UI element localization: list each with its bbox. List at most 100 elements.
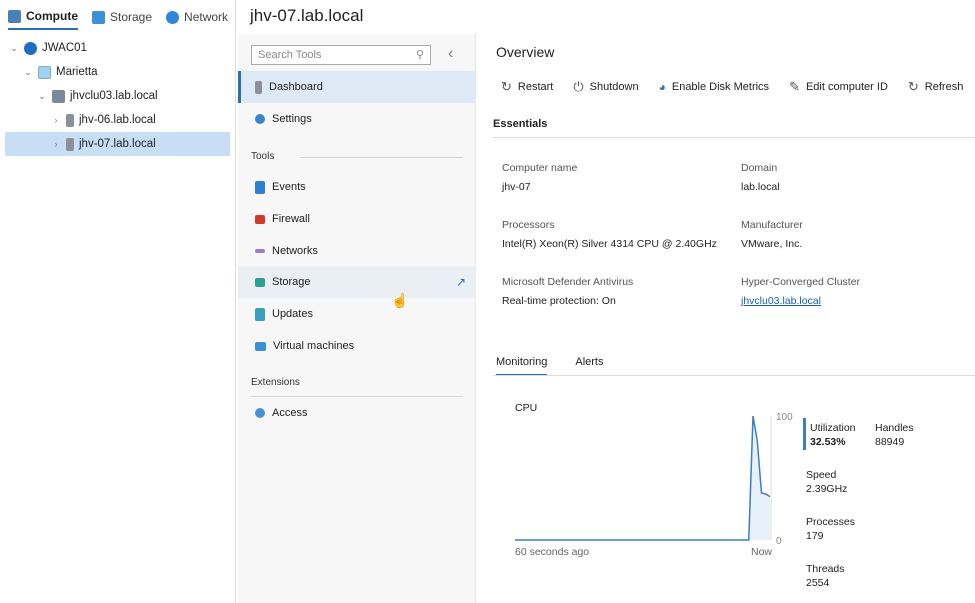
tab-alerts[interactable]: Alerts xyxy=(575,356,603,376)
tool-label: Networks xyxy=(272,245,318,257)
chevron-right-icon[interactable]: › xyxy=(51,115,61,125)
tool-settings[interactable]: Settings xyxy=(238,103,476,135)
computer-name-field: Computer name jhv-07 xyxy=(502,162,577,193)
tool-label: Access xyxy=(272,407,308,419)
dashboard-icon xyxy=(255,80,262,94)
restart-button[interactable]: ↻ Restart xyxy=(501,79,553,95)
tool-firewall[interactable]: Firewall xyxy=(238,203,476,235)
server-icon xyxy=(66,113,74,127)
extensions-heading: Extensions xyxy=(251,377,300,388)
tab-label: Compute xyxy=(26,9,78,23)
restart-icon: ↻ xyxy=(501,79,512,94)
site-icon xyxy=(38,65,51,79)
tab-storage[interactable]: Storage xyxy=(92,8,152,30)
stat-label: Utilization xyxy=(810,422,856,434)
storage-icon xyxy=(255,277,265,287)
field-label: Microsoft Defender Antivirus xyxy=(502,276,634,288)
globe-icon xyxy=(166,10,180,24)
tool-virtual-machines[interactable]: Virtual machines xyxy=(238,330,476,362)
tab-compute[interactable]: Compute xyxy=(8,8,78,30)
tab-monitoring[interactable]: Monitoring xyxy=(496,356,548,376)
edit-computer-id-button[interactable]: ✎ Edit computer ID xyxy=(789,79,888,95)
tree-node-marietta[interactable]: ⌄ Marietta xyxy=(5,60,230,84)
x-label-start: 60 seconds ago xyxy=(515,546,590,558)
updates-icon xyxy=(255,307,265,321)
node-label: JWAC01 xyxy=(42,42,87,54)
processors-field: Processors Intel(R) Xeon(R) Silver 4314 C… xyxy=(502,219,717,250)
tab-label: Network xyxy=(184,10,229,24)
field-value: Real-time protection: On xyxy=(502,295,616,307)
manufacturer-field: Manufacturer VMware, Inc. xyxy=(741,219,803,250)
cluster-link[interactable]: jhvclu03.lab.local xyxy=(741,295,860,307)
tool-networks[interactable]: Networks xyxy=(238,235,476,267)
utilization-stat: Utilization 32.53% xyxy=(810,421,856,449)
server-icon xyxy=(8,9,21,23)
server-icon xyxy=(66,137,74,151)
button-label: Shutdown xyxy=(589,81,639,93)
chevron-right-icon[interactable]: › xyxy=(51,139,61,149)
cluster-field: Hyper-Converged Cluster jhvclu03.lab.loca… xyxy=(741,276,860,307)
tool-events[interactable]: Events xyxy=(238,171,476,203)
field-label: Hyper-Converged Cluster xyxy=(741,276,861,288)
essentials-heading: Essentials xyxy=(493,118,548,130)
refresh-icon: ↻ xyxy=(907,79,919,94)
stat-value: 2.39GHz xyxy=(806,483,848,495)
y-tick-label: 100 xyxy=(776,412,793,423)
tree-node-jhv06[interactable]: › jhv-06.lab.local xyxy=(5,108,230,132)
field-label: Processors xyxy=(502,219,555,231)
vm-icon xyxy=(255,341,266,351)
defender-field: Microsoft Defender Antivirus Real-time pr… xyxy=(502,276,633,307)
node-label: jhv-06.lab.local xyxy=(79,114,156,126)
processes-stat: Processes 179 xyxy=(806,515,855,543)
chevron-down-icon[interactable]: ⌄ xyxy=(37,91,47,102)
tree-node-jwac01[interactable]: ⌄ JWAC01 xyxy=(5,36,230,60)
tool-access[interactable]: Access xyxy=(238,397,476,429)
tool-storage[interactable]: Storage ↗ xyxy=(238,266,476,298)
firewall-icon xyxy=(255,214,265,224)
button-label: Enable Disk Metrics xyxy=(671,81,770,93)
y-tick-label: 0 xyxy=(776,536,782,547)
tools-heading: Tools xyxy=(251,151,275,162)
tree-node-jhv07[interactable]: › jhv-07.lab.local xyxy=(5,132,230,156)
storage-icon xyxy=(92,10,105,24)
mouse-cursor-icon: ☝ xyxy=(391,292,409,308)
tab-label: Storage xyxy=(110,10,153,24)
stat-value: 179 xyxy=(806,530,824,542)
tool-label: Firewall xyxy=(272,213,310,225)
field-value: lab.local xyxy=(741,181,780,193)
node-label: Marietta xyxy=(56,66,98,78)
search-placeholder: Search Tools xyxy=(258,49,322,61)
search-icon: ⚲ xyxy=(415,49,424,61)
stat-label: Speed xyxy=(806,469,837,481)
stat-value: 2554 xyxy=(806,577,830,589)
open-new-window-icon[interactable]: ↗ xyxy=(456,275,466,289)
gauge-icon: ◕ xyxy=(658,80,666,94)
refresh-button[interactable]: ↻ Refresh xyxy=(908,79,963,95)
tree-node-cluster[interactable]: ⌄ jhvclu03.lab.local xyxy=(5,84,230,108)
cluster-icon xyxy=(52,89,65,103)
x-label-end: Now xyxy=(751,546,773,558)
chevron-down-icon[interactable]: ⌄ xyxy=(23,67,33,78)
events-icon xyxy=(255,180,265,194)
shutdown-button[interactable]: ⏻ Shutdown xyxy=(573,79,638,95)
page-title: jhv-07.lab.local xyxy=(250,6,364,25)
tool-label: Dashboard xyxy=(269,81,323,93)
divider xyxy=(300,157,463,158)
field-value: jhv-07 xyxy=(502,181,531,193)
enable-disk-metrics-button[interactable]: ◕ Enable Disk Metrics xyxy=(659,79,769,95)
handles-stat: Handles 88949 xyxy=(875,421,914,449)
stat-label: Threads xyxy=(806,563,845,575)
chevron-down-icon[interactable]: ⌄ xyxy=(9,43,19,54)
search-tools-input[interactable]: Search Tools ⚲ xyxy=(251,45,431,65)
network-icon xyxy=(255,249,265,253)
field-label: Domain xyxy=(741,162,778,174)
tool-dashboard[interactable]: Dashboard xyxy=(238,71,476,103)
tool-updates[interactable]: Updates xyxy=(238,298,476,330)
tab-network[interactable]: Network xyxy=(166,8,228,30)
gateway-icon xyxy=(24,41,37,55)
utilization-indicator xyxy=(803,418,806,450)
button-label: Restart xyxy=(517,81,554,93)
gear-icon xyxy=(255,114,265,124)
field-value: Intel(R) Xeon(R) Silver 4314 CPU @ 2.40G… xyxy=(502,238,717,250)
collapse-chevron-icon[interactable]: ‹ xyxy=(448,45,453,63)
